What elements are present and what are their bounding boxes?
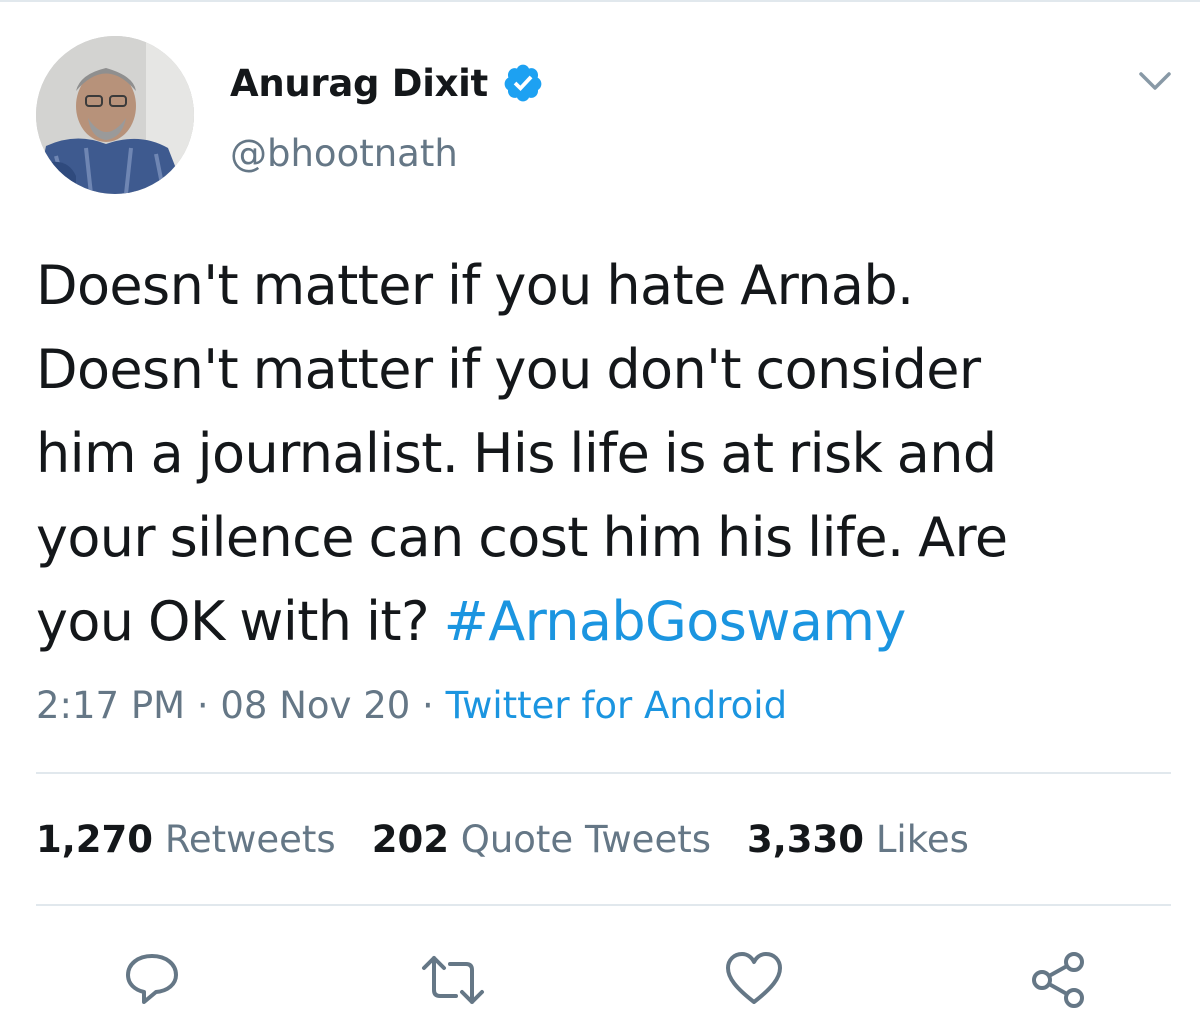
tweet-date[interactable]: 08 Nov 20	[220, 684, 410, 727]
retweets-stat[interactable]: 1,270 Retweets	[36, 818, 336, 861]
share-icon[interactable]	[1028, 950, 1088, 1010]
retweets-label: Retweets	[164, 818, 336, 861]
divider	[36, 772, 1171, 774]
verified-badge-icon	[502, 62, 544, 104]
tweet-text-line: Doesn't matter if you don't consider	[36, 338, 981, 401]
likes-count: 3,330	[747, 818, 865, 861]
meta-separator: ·	[410, 684, 446, 727]
likes-label: Likes	[875, 818, 969, 861]
engagement-stats: 1,270 Retweets 202 Quote Tweets 3,330 Like…	[36, 818, 1005, 861]
tweet-text-line-start: you OK with it?	[36, 590, 444, 653]
avatar[interactable]	[36, 36, 194, 194]
tweet-text-line: him a journalist. His life is at risk an…	[36, 422, 997, 485]
retweet-icon[interactable]	[418, 950, 484, 1010]
tweet-time[interactable]: 2:17 PM	[36, 684, 185, 727]
meta-separator: ·	[185, 684, 221, 727]
avatar-image	[36, 36, 194, 194]
top-divider	[0, 0, 1200, 2]
tweet-text: Doesn't matter if you hate Arnab. Doesn'…	[36, 244, 1176, 664]
author-name-row[interactable]: Anurag Dixit	[230, 58, 544, 108]
divider	[36, 904, 1171, 906]
tweet-text-line: Doesn't matter if you hate Arnab.	[36, 254, 914, 317]
tweet-text-line: you OK with it? #ArnabGoswamy	[36, 580, 1176, 664]
heart-icon[interactable]	[724, 950, 784, 1010]
tweet-text-line: your silence can cost him his life. Are	[36, 506, 1008, 569]
hashtag-link[interactable]: #ArnabGoswamy	[444, 590, 907, 653]
quote-tweets-count: 202	[371, 818, 449, 861]
chevron-down-icon[interactable]	[1137, 66, 1173, 96]
user-handle[interactable]: @bhootnath	[230, 132, 458, 175]
quote-tweets-label: Quote Tweets	[460, 818, 711, 861]
display-name[interactable]: Anurag Dixit	[230, 62, 488, 105]
reply-icon[interactable]	[122, 950, 182, 1010]
retweets-count: 1,270	[36, 818, 154, 861]
quote-tweets-stat[interactable]: 202 Quote Tweets	[372, 818, 711, 861]
tweet-meta: 2:17 PM · 08 Nov 20 · Twitter for Androi…	[36, 684, 787, 727]
likes-stat[interactable]: 3,330 Likes	[747, 818, 969, 861]
tweet-source-link[interactable]: Twitter for Android	[446, 684, 787, 727]
